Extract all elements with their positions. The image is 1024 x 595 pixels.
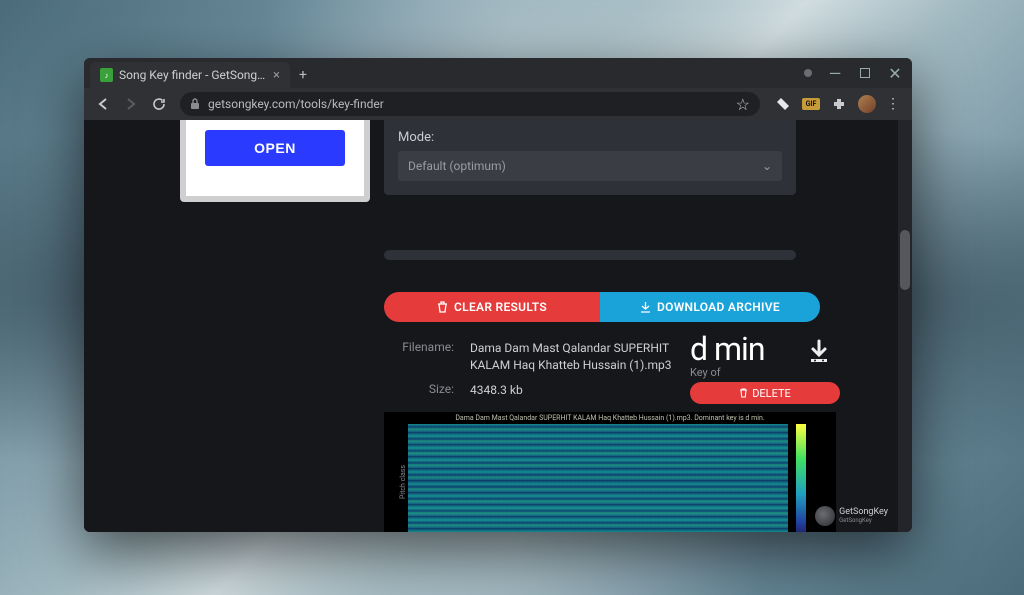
trash-icon <box>739 388 748 398</box>
spectrogram-body: Pitch class <box>384 424 836 532</box>
tabbar: ♪ Song Key finder - GetSongKEY × + <box>84 58 804 88</box>
extension-icons: GIF ⋮ <box>768 95 906 113</box>
lock-icon <box>190 98 200 110</box>
download-result-button[interactable] <box>806 338 832 364</box>
spectrogram-plot <box>408 424 788 532</box>
file-info: Filename: Dama Dam Mast Qalandar SUPERHI… <box>394 340 674 406</box>
back-button[interactable] <box>90 91 116 117</box>
download-icon <box>640 301 651 313</box>
delete-button[interactable]: DELETE <box>690 382 840 404</box>
spectrogram: Dama Dam Mast Qalandar SUPERHIT KALAM Ha… <box>384 412 836 532</box>
action-buttons: CLEAR RESULTS DOWNLOAD ARCHIVE <box>384 292 820 322</box>
page-content: OPEN Mode: Default (optimum) ⌄ CLEAR RES… <box>84 120 898 532</box>
brand-name: GetSongKey <box>839 508 888 517</box>
account-indicator-icon[interactable] <box>804 69 812 77</box>
spectrogram-ylabel: Pitch class <box>399 465 407 499</box>
spectrogram-title: Dama Dam Mast Qalandar SUPERHIT KALAM Ha… <box>384 412 836 424</box>
favicon: ♪ <box>100 68 113 82</box>
tag-icon[interactable] <box>774 95 792 113</box>
chevron-down-icon: ⌄ <box>762 159 772 173</box>
addressbar: getsongkey.com/tools/key-finder ☆ GIF ⋮ <box>84 88 912 120</box>
trash-icon <box>437 301 448 313</box>
browser-window: ♪ Song Key finder - GetSongKEY × + — ✕ g… <box>84 58 912 532</box>
clear-results-button[interactable]: CLEAR RESULTS <box>384 292 600 322</box>
new-tab-button[interactable]: + <box>290 62 316 88</box>
tab-title: Song Key finder - GetSongKEY <box>119 68 267 82</box>
download-archive-button[interactable]: DOWNLOAD ARCHIVE <box>600 292 820 322</box>
gif-icon[interactable]: GIF <box>802 98 820 110</box>
mode-value: Default (optimum) <box>408 159 506 173</box>
colorbar <box>796 424 806 532</box>
maximize-button[interactable] <box>850 58 880 88</box>
mode-select[interactable]: Default (optimum) ⌄ <box>398 151 782 181</box>
url-text: getsongkey.com/tools/key-finder <box>208 97 384 111</box>
url-input[interactable]: getsongkey.com/tools/key-finder ☆ <box>180 92 760 116</box>
key-sub: Key of <box>690 366 840 379</box>
page-viewport: OPEN Mode: Default (optimum) ⌄ CLEAR RES… <box>84 120 912 532</box>
close-icon[interactable]: × <box>273 68 280 83</box>
window-controls: — ✕ <box>804 58 912 88</box>
browser-tab[interactable]: ♪ Song Key finder - GetSongKEY × <box>90 62 290 88</box>
brand-sub: GetSongKey <box>839 517 888 524</box>
extensions-icon[interactable] <box>830 95 848 113</box>
close-button[interactable]: ✕ <box>880 58 910 88</box>
titlebar: ♪ Song Key finder - GetSongKEY × + — ✕ <box>84 58 912 88</box>
open-button[interactable]: OPEN <box>205 130 345 166</box>
minimize-button[interactable]: — <box>820 58 850 88</box>
filename-value: Dama Dam Mast Qalandar SUPERHIT KALAM Ha… <box>470 340 674 374</box>
star-icon[interactable]: ☆ <box>736 95 750 114</box>
brand-logo[interactable]: GetSongKey GetSongKey <box>815 506 888 526</box>
vertical-scrollbar[interactable] <box>898 120 912 532</box>
avatar[interactable] <box>858 95 876 113</box>
mode-label: Mode: <box>398 130 782 145</box>
mode-panel: Mode: Default (optimum) ⌄ <box>384 120 796 195</box>
scrollbar-thumb[interactable] <box>900 230 910 290</box>
size-label: Size: <box>394 382 454 399</box>
open-file-card: OPEN <box>180 120 370 202</box>
size-value: 4348.3 kb <box>470 382 674 399</box>
menu-dots-icon[interactable]: ⋮ <box>886 96 900 112</box>
logo-icon <box>815 506 835 526</box>
progress-bar <box>384 250 796 260</box>
filename-label: Filename: <box>394 340 454 374</box>
reload-button[interactable] <box>146 91 172 117</box>
forward-button[interactable] <box>118 91 144 117</box>
